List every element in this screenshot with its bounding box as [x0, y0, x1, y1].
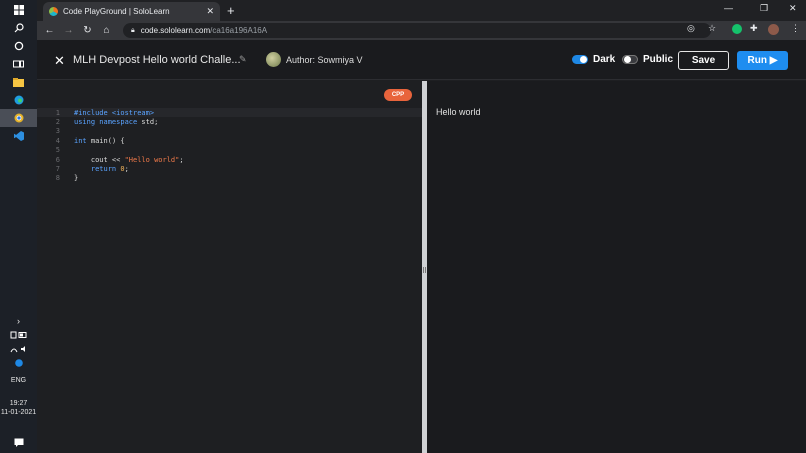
author-avatar[interactable] — [266, 52, 281, 67]
dark-mode-label: Dark — [593, 54, 616, 65]
edit-pencil-icon[interactable]: ✎ — [239, 54, 247, 65]
new-tab-icon[interactable]: + — [227, 3, 235, 18]
bluetooth-icon[interactable] — [0, 356, 37, 370]
forward-icon[interactable]: → — [59, 25, 78, 36]
eye-slash-icon[interactable]: ◎ — [687, 23, 695, 34]
language-badge[interactable]: CPP — [384, 89, 412, 101]
code-text: } — [74, 174, 79, 183]
url-path: /ca16a196A16A — [210, 26, 268, 35]
battery-icon[interactable] — [0, 328, 37, 342]
browser-toolbar: ← → ↻ ⌂ 🔒︎ code.sololearn.com/ca16a196A1… — [37, 21, 806, 40]
close-playground-icon[interactable]: ✕ — [54, 53, 65, 69]
cortana-icon[interactable] — [0, 37, 37, 55]
grip-icon — [423, 267, 426, 273]
code-keyword: return — [74, 165, 121, 174]
line-number: 1 — [55, 108, 60, 117]
code-keyword: using namespace — [74, 118, 138, 127]
file-explorer-icon[interactable] — [0, 73, 37, 91]
restore-icon[interactable]: ❐ — [760, 3, 768, 14]
screen: › ENG 19:27 11-01-2021 Code PlayGround |… — [0, 0, 806, 453]
tab-close-icon[interactable]: ✕ — [206, 6, 214, 17]
code-line[interactable]: 4 int main() { — [37, 136, 422, 145]
bookmark-star-icon[interactable]: ☆ — [708, 23, 716, 34]
wifi-volume-icon[interactable] — [0, 342, 37, 356]
notifications-icon[interactable] — [0, 431, 37, 453]
code-text: #include <iostream> — [74, 108, 155, 117]
clock-date[interactable]: 11-01-2021 — [1, 408, 36, 417]
clock-time[interactable]: 19:27 — [10, 399, 28, 408]
code-line[interactable]: 8 } — [37, 174, 422, 183]
windows-taskbar: › ENG 19:27 11-01-2021 — [0, 0, 37, 453]
project-title: MLH Devpost Hello world Challe... — [73, 54, 241, 66]
line-number: 4 — [55, 136, 60, 145]
sololearn-favicon-icon — [49, 7, 58, 16]
code-line[interactable]: 7 return 0; — [37, 164, 422, 173]
lock-icon[interactable]: 🔒︎ — [131, 27, 135, 35]
reload-icon[interactable]: ↻ — [78, 25, 97, 36]
system-tray: › ENG 19:27 11-01-2021 — [0, 314, 37, 453]
line-number: 6 — [55, 155, 60, 164]
more-menu-icon[interactable]: ⋮ — [791, 23, 800, 34]
window-close-icon[interactable]: ✕ — [789, 3, 797, 14]
code-token: ; — [179, 155, 184, 164]
line-number: 7 — [55, 165, 60, 174]
author-name[interactable]: Author: Sowmiya V — [286, 55, 363, 65]
code-area[interactable]: 1 #include <iostream> 2 using namespace … — [37, 108, 422, 183]
public-label: Public — [643, 54, 674, 65]
code-text: return 0; — [60, 165, 129, 173]
language-indicator[interactable]: ENG — [11, 376, 26, 385]
tab-code-playground[interactable]: Code PlayGround | SoloLearn ✕ — [43, 2, 220, 21]
chrome-icon[interactable] — [0, 109, 37, 127]
profile-avatar-icon[interactable] — [768, 24, 779, 37]
code-line[interactable]: 6 cout << "Hello world"; — [37, 155, 422, 164]
line-number: 2 — [55, 118, 60, 127]
line-number: 3 — [55, 127, 60, 136]
public-toggle[interactable] — [622, 55, 638, 64]
code-token: cout << — [74, 155, 125, 164]
minimize-icon[interactable]: — — [724, 3, 733, 13]
browser-window: Code PlayGround | SoloLearn ✕ + — ❐ ✕ ← … — [37, 0, 806, 453]
dark-mode-toggle[interactable] — [572, 55, 588, 64]
extensions-puzzle-icon[interactable]: ✚ — [750, 23, 758, 34]
vscode-icon[interactable] — [0, 127, 37, 145]
code-editor[interactable]: CPP 1 #include <iostream> 2 using namesp… — [37, 81, 422, 453]
code-line[interactable]: 1 #include <iostream> — [37, 108, 422, 118]
code-string: "Hello world" — [124, 155, 180, 164]
grammarly-extension-icon[interactable] — [732, 24, 742, 36]
chevron-up-icon[interactable]: › — [0, 314, 37, 328]
playground-header: ✕ MLH Devpost Hello world Challe... ✎ Au… — [37, 40, 806, 80]
code-text: cout << "Hello world"; — [60, 156, 184, 164]
code-token: ; — [124, 165, 129, 174]
edge-icon[interactable] — [0, 91, 37, 109]
code-line[interactable]: 5 — [37, 146, 422, 155]
run-button[interactable]: Run ▶ — [737, 51, 788, 70]
code-text: using namespace std; — [60, 118, 158, 126]
code-keyword: int — [74, 136, 87, 145]
task-view-icon[interactable] — [0, 55, 37, 73]
output-text: Hello world — [436, 107, 481, 117]
tab-strip: Code PlayGround | SoloLearn ✕ + — ❐ ✕ — [37, 0, 806, 21]
code-text: int main() { — [60, 137, 125, 145]
output-pane: Hello world — [427, 81, 806, 453]
line-number: 8 — [55, 174, 60, 183]
home-icon[interactable]: ⌂ — [97, 25, 116, 36]
code-token: std; — [137, 118, 159, 127]
code-line[interactable]: 2 using namespace std; — [37, 117, 422, 126]
line-number: 5 — [55, 146, 60, 155]
windows-icon[interactable] — [0, 1, 37, 19]
tab-title: Code PlayGround | SoloLearn — [63, 7, 170, 16]
save-button[interactable]: Save — [678, 51, 729, 70]
back-icon[interactable]: ← — [40, 25, 59, 36]
url-host: code.sololearn.com — [140, 26, 211, 35]
search-icon[interactable] — [0, 19, 37, 37]
code-token: main() { — [86, 136, 125, 145]
address-bar[interactable]: 🔒︎ code.sololearn.com/ca16a196A16A — [123, 23, 711, 38]
code-line[interactable]: 3 — [37, 127, 422, 136]
